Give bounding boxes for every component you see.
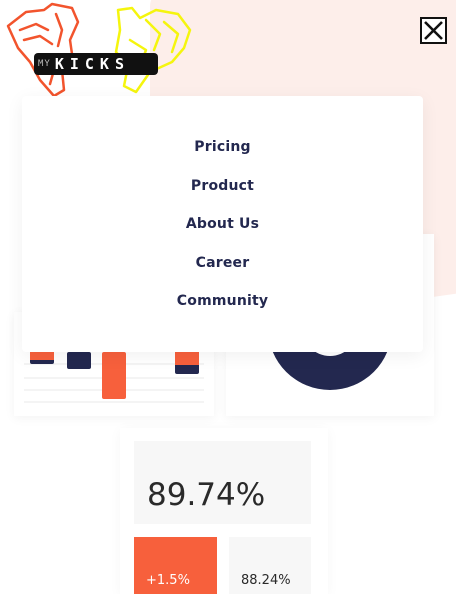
menu-item-career[interactable]: Career [22,255,423,271]
menu-item-pricing[interactable]: Pricing [22,139,423,155]
main-stat-value: 89.74% [147,477,266,513]
secondary-stat-card: 88.24% [229,537,311,594]
logo[interactable]: MY KICKS [0,0,200,100]
sneaker-logo-graphic [6,2,192,98]
menu-item-about-us[interactable]: About Us [22,216,423,232]
secondary-stat-value: 88.24% [241,573,291,588]
change-stat-card: +1.5% [134,537,217,594]
nav-menu: Pricing Product About Us Career Communit… [22,96,423,352]
change-stat-value: +1.5% [146,573,190,588]
logo-main-text: KICKS [54,55,130,73]
close-button[interactable] [420,17,447,44]
main-stat-card: 89.74% [134,441,311,524]
close-icon [424,21,443,40]
menu-item-community[interactable]: Community [22,293,423,309]
logo-wordmark: MY KICKS [38,54,158,74]
logo-prefix: MY [38,59,51,69]
menu-item-product[interactable]: Product [22,178,423,194]
